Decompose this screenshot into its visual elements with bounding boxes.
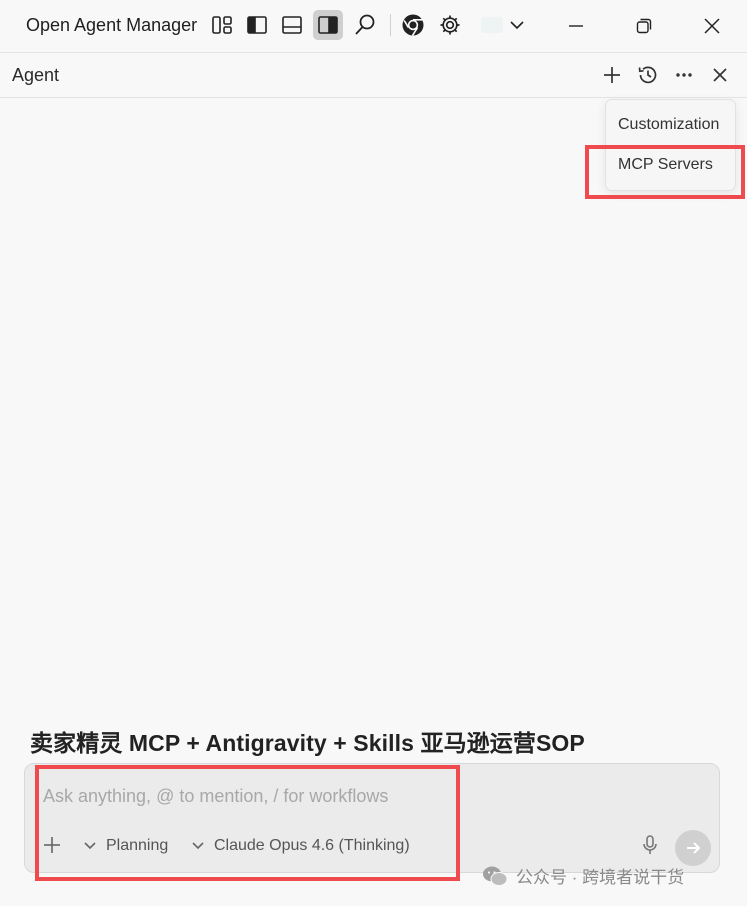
more-icon[interactable] [670,61,698,89]
highlight-box-chat-input [35,765,460,881]
close-panel-icon[interactable] [706,61,734,89]
minimize-icon[interactable] [554,8,598,44]
agent-panel-header: Agent [0,53,747,98]
gear-icon[interactable] [435,10,465,40]
chrome-icon[interactable] [398,10,428,40]
close-icon[interactable] [690,8,734,44]
panel-bottom-icon[interactable] [277,10,307,40]
sidebar-left-icon[interactable] [242,10,272,40]
agent-panel-title: Agent [12,65,60,85]
account-placeholder-icon[interactable] [480,10,504,40]
plus-icon[interactable] [598,61,626,89]
title-bar: Open Agent Manager [0,0,747,53]
history-icon[interactable] [634,61,662,89]
send-button[interactable] [675,830,711,866]
search-icon[interactable] [350,10,380,40]
app-title: Open Agent Manager [26,15,198,35]
watermark-text: 公众号 · 跨境者说干货 [516,868,685,887]
highlight-box-mcp-servers [585,145,745,199]
microphone-icon[interactable] [640,834,660,856]
restore-icon[interactable] [622,8,666,44]
arrow-right-icon [687,842,701,854]
chevron-down-icon[interactable] [502,10,532,40]
layout-icon[interactable] [207,10,237,40]
wechat-icon [483,866,508,886]
watermark: 公众号 · 跨境者说干货 [482,863,684,888]
prompt-heading: 卖家精灵 MCP + Antigravity + Skills 亚马逊运营SOP [30,730,585,756]
toolbar-divider [390,14,391,36]
menu-item-customization[interactable]: Customization [618,116,719,134]
sidebar-right-icon[interactable] [313,10,343,40]
